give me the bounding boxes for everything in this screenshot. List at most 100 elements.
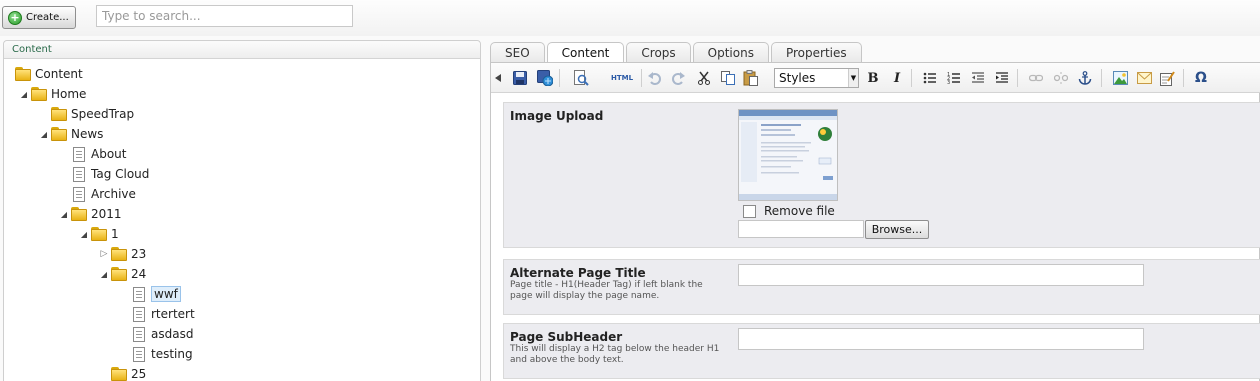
folder-icon — [31, 87, 47, 101]
numbered-list-icon[interactable]: 123 — [944, 68, 964, 88]
save-and-publish-icon[interactable] — [535, 68, 555, 88]
tree-node-archive[interactable]: Archive — [69, 184, 136, 204]
tree-node-news[interactable]: ◢ News — [39, 124, 103, 144]
tree-node-label: 1 — [111, 227, 119, 241]
folder-icon — [91, 227, 107, 241]
link-icon[interactable] — [1026, 68, 1046, 88]
document-icon — [133, 346, 145, 362]
document-icon — [73, 146, 85, 162]
tab-seo[interactable]: SEO — [490, 42, 545, 62]
expanded-arrow-icon[interactable]: ◢ — [59, 210, 69, 219]
tree-node-home[interactable]: ◢ Home — [19, 84, 86, 104]
top-toolbar: + Create... — [0, 0, 1260, 36]
image-thumbnail[interactable] — [738, 109, 838, 201]
preview-icon[interactable] — [571, 68, 591, 88]
tree-node-content[interactable]: Content — [13, 64, 83, 84]
folder-icon — [111, 247, 127, 261]
redo-icon[interactable] — [669, 68, 689, 88]
expanded-arrow-icon[interactable]: ◢ — [79, 230, 89, 239]
document-icon — [73, 166, 85, 182]
tree-node-asdasd[interactable]: asdasd — [129, 324, 193, 344]
tree-node-label: rtertert — [151, 307, 195, 321]
folder-icon — [51, 107, 67, 121]
content-tree-panel: Content Content ◢ Home SpeedTrap ◢ News … — [3, 40, 481, 381]
folder-icon — [71, 207, 87, 221]
bold-button[interactable]: B — [863, 68, 883, 88]
tree-node-wwf[interactable]: wwf — [129, 284, 181, 304]
tree-node-label: 24 — [131, 267, 147, 281]
tree-node-label: Content — [35, 67, 83, 81]
expanded-arrow-icon[interactable]: ◢ — [99, 270, 109, 279]
tree-node-testing[interactable]: testing — [129, 344, 193, 364]
alternate-page-title-label: Alternate Page Title — [510, 266, 646, 280]
svg-text:3: 3 — [947, 80, 950, 85]
document-icon — [73, 186, 85, 202]
alternate-page-title-description: Page title - H1(Header Tag) if left blan… — [510, 280, 703, 301]
copy-icon[interactable] — [718, 68, 738, 88]
tree-node-2011[interactable]: ◢ 2011 — [59, 204, 122, 224]
cut-icon[interactable] — [694, 68, 714, 88]
indent-icon[interactable] — [992, 68, 1012, 88]
page-subheader-row: Page SubHeader This will display a H2 ta… — [503, 323, 1260, 379]
dropdown-arrow-icon: ▼ — [848, 69, 858, 87]
remove-file-option: Remove file — [743, 204, 835, 218]
special-character-button[interactable]: Ω — [1191, 68, 1211, 88]
italic-button[interactable]: I — [887, 68, 907, 88]
folder-icon — [111, 367, 127, 381]
tree-node-25[interactable]: 25 — [109, 364, 146, 381]
tab-crops[interactable]: Crops — [626, 42, 691, 62]
document-icon — [133, 286, 145, 302]
page-subheader-input[interactable] — [738, 328, 1144, 350]
remove-file-label: Remove file — [764, 204, 835, 218]
paste-icon[interactable] — [741, 68, 761, 88]
tree-header: Content — [4, 41, 480, 59]
search-input[interactable] — [96, 5, 353, 27]
tree-node-rtertert[interactable]: rtertert — [129, 304, 195, 324]
tab-strip: SEO Content Crops Options Properties — [490, 42, 864, 63]
insert-media-icon[interactable] — [1134, 68, 1154, 88]
tree-node-tag-cloud[interactable]: Tag Cloud — [69, 164, 149, 184]
tree-node-label: News — [71, 127, 104, 141]
tree-node-label: Tag Cloud — [91, 167, 150, 181]
editor-toolbar: HTML Styles ▼ B I 1 2 3 Ω — [491, 63, 1260, 93]
tree-node-24[interactable]: ◢ 24 — [99, 264, 146, 284]
collapsed-arrow-icon[interactable]: ▷ — [99, 249, 109, 259]
tab-properties[interactable]: Properties — [770, 42, 862, 62]
expanded-arrow-icon[interactable]: ◢ — [39, 130, 49, 139]
plus-icon: + — [8, 10, 22, 25]
remove-file-checkbox[interactable] — [743, 204, 756, 218]
unlink-icon[interactable] — [1051, 68, 1071, 88]
tree-node-23[interactable]: ▷ 23 — [99, 244, 146, 264]
expanded-arrow-icon[interactable]: ◢ — [19, 90, 29, 99]
bullet-list-icon[interactable] — [920, 68, 940, 88]
styles-dropdown-value: Styles — [779, 71, 816, 85]
browse-button[interactable]: Browse... — [865, 220, 929, 239]
tree-node-label: testing — [151, 347, 193, 361]
save-icon[interactable] — [510, 68, 530, 88]
tree-node-label: 25 — [131, 367, 147, 381]
insert-image-icon[interactable] — [1110, 68, 1130, 88]
document-icon — [133, 306, 145, 322]
tab-options[interactable]: Options — [692, 42, 769, 62]
toolbar-collapse-arrow-icon[interactable] — [491, 68, 505, 88]
tree-node-label: asdasd — [151, 327, 194, 341]
html-source-button[interactable]: HTML — [607, 68, 637, 88]
content-tab-body: HTML Styles ▼ B I 1 2 3 Ω Image Upload R… — [490, 62, 1260, 381]
create-button[interactable]: + Create... — [2, 6, 76, 29]
tree-node-speedtrap[interactable]: SpeedTrap — [49, 104, 134, 124]
tree-node-label: 23 — [131, 247, 147, 261]
styles-dropdown[interactable]: Styles ▼ — [774, 68, 859, 88]
folder-icon — [51, 127, 67, 141]
create-button-label: Create... — [26, 12, 69, 23]
alternate-page-title-input[interactable] — [738, 264, 1144, 286]
tree-node-about[interactable]: About — [69, 144, 126, 164]
tree-node-1[interactable]: ◢ 1 — [79, 224, 119, 244]
insert-form-icon[interactable] — [1157, 68, 1177, 88]
tree-node-label: SpeedTrap — [71, 107, 135, 121]
outdent-icon[interactable] — [968, 68, 988, 88]
folder-icon — [111, 267, 127, 281]
file-path-field[interactable] — [738, 220, 864, 238]
tab-content[interactable]: Content — [546, 42, 625, 63]
undo-icon[interactable] — [644, 68, 664, 88]
anchor-icon[interactable] — [1075, 68, 1095, 88]
